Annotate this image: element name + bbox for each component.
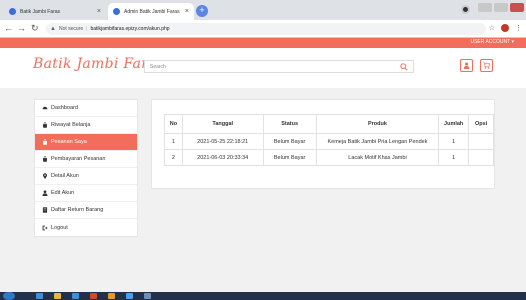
taskbar-app-icon[interactable]: [54, 293, 61, 299]
cell-status: Belum Bayar: [262, 149, 317, 166]
kebab-menu-icon[interactable]: ⋮: [515, 24, 522, 32]
column-header-opsi: Opsi: [468, 114, 494, 134]
user-icon: [42, 190, 48, 196]
cell-no: 2: [164, 149, 183, 166]
site-favicon-icon: [113, 8, 120, 15]
close-window-button[interactable]: [510, 3, 524, 12]
window-controls: [478, 3, 524, 12]
column-header-produk: Produk: [315, 114, 440, 134]
shopping-bag-icon: [42, 156, 48, 162]
sidebar-item-edit-akun[interactable]: Edit Akun: [35, 185, 137, 202]
reload-icon[interactable]: ↻: [31, 23, 39, 34]
taskbar-app-icon[interactable]: [36, 293, 43, 299]
account-sidebar: Dashboard Riwayat Belanja Pesanan Saya P…: [34, 99, 138, 237]
table-row: 1 2021-05-25 22:18:21 Belum Bayar Kemeja…: [164, 133, 494, 150]
search-icon[interactable]: [400, 63, 408, 71]
cell-produk: Kemeja Batik Jambi Pria Lengan Pendek: [315, 133, 440, 150]
tab-title: Batik Jambi Faras: [20, 8, 61, 15]
taskbar-app-icon[interactable]: [144, 293, 151, 299]
browser-tab[interactable]: Batik Jambi Faras ×: [4, 3, 106, 20]
security-label: Not secure: [58, 26, 84, 32]
os-taskbar: [0, 292, 526, 300]
column-header-no: No: [164, 114, 183, 134]
sidebar-item-dashboard[interactable]: Dashboard: [35, 100, 137, 117]
cell-opsi: [468, 149, 494, 166]
document-icon: [42, 207, 48, 213]
map-pin-icon: [42, 173, 48, 179]
sidebar-item-logout[interactable]: Logout: [35, 219, 137, 236]
browser-tab-active[interactable]: Admin Batik Jambi Faras ×: [108, 3, 194, 20]
browser-toolbar: ← → ↻ ▲ Not secure | batikjambifaras.epi…: [0, 20, 526, 38]
avatar[interactable]: [501, 24, 509, 32]
search-placeholder: Search: [150, 63, 166, 70]
close-tab-icon[interactable]: ×: [185, 8, 189, 15]
cell-status: Belum Bayar: [262, 133, 317, 150]
user-account-label: USER ACCOUNT: [470, 39, 511, 45]
sidebar-item-label: Riwayat Belanja: [51, 122, 91, 128]
orders-table: No Tanggal Status Produk Jumlah Opsi 1 2…: [164, 114, 494, 166]
logout-icon: [42, 225, 48, 230]
cart-icon: [483, 62, 490, 69]
column-header-tanggal: Tanggal: [181, 114, 264, 134]
url-text: batikjambifaras.epizy.com/akun.php: [90, 26, 170, 32]
sidebar-item-label: Dashboard: [51, 105, 78, 111]
maximize-button[interactable]: [494, 3, 508, 12]
sidebar-item-pembayaran-pesanan[interactable]: Pembayaran Pesanan: [35, 151, 137, 168]
warning-icon: ▲: [50, 26, 56, 32]
table-row: 2 2021-06-03 20:33:34 Belum Bayar Lacak …: [164, 149, 494, 166]
column-header-status: Status: [262, 114, 317, 134]
sidebar-item-riwayat-belanja[interactable]: Riwayat Belanja: [35, 117, 137, 134]
taskbar-app-icon[interactable]: [90, 293, 97, 299]
cell-tanggal: 2021-05-25 22:18:21: [181, 133, 264, 150]
cell-jumlah: 1: [438, 149, 470, 166]
address-bar[interactable]: ▲ Not secure | batikjambifaras.epizy.com…: [46, 23, 486, 35]
star-icon[interactable]: ☆: [489, 24, 495, 32]
user-account-menu[interactable]: USER ACCOUNT ▾: [470, 39, 514, 45]
taskbar-app-icon[interactable]: [126, 293, 133, 299]
sidebar-item-label: Edit Akun: [51, 190, 75, 196]
back-arrow-icon[interactable]: ←: [4, 23, 13, 33]
new-tab-button[interactable]: +: [196, 5, 208, 17]
separator: |: [86, 26, 88, 32]
user-icon: [463, 62, 470, 69]
column-header-jumlah: Jumlah: [438, 114, 470, 134]
taskbar-app-icon[interactable]: [108, 293, 115, 299]
sidebar-item-label: Pesanan Saya: [51, 139, 87, 145]
sidebar-item-pesanan-saya[interactable]: Pesanan Saya: [35, 134, 137, 151]
sidebar-item-daftar-return-barang[interactable]: Daftar Return Barang: [35, 202, 137, 219]
account-button[interactable]: [460, 59, 473, 72]
cell-opsi: [468, 133, 494, 150]
top-strip: USER ACCOUNT ▾: [0, 38, 526, 48]
cell-produk: Lacak Motif Khas Jambi: [315, 149, 440, 166]
browser-tab-bar: Batik Jambi Faras × Admin Batik Jambi Fa…: [0, 0, 526, 20]
shopping-bag-icon: [42, 139, 48, 145]
cell-jumlah: 1: [438, 133, 470, 150]
table-header-row: No Tanggal Status Produk Jumlah Opsi: [164, 114, 494, 134]
orders-card: No Tanggal Status Produk Jumlah Opsi 1 2…: [151, 99, 495, 189]
cart-button[interactable]: [480, 59, 493, 72]
dashboard-icon: [42, 106, 48, 110]
search-input[interactable]: Search: [144, 60, 414, 73]
sidebar-item-label: Daftar Return Barang: [51, 207, 104, 213]
site-favicon-icon: [9, 8, 16, 15]
minimize-button[interactable]: [478, 3, 492, 12]
shopping-bag-icon: [42, 122, 48, 128]
site-header: Batik Jambi Faras Search: [0, 48, 526, 88]
forward-arrow-icon[interactable]: →: [17, 23, 26, 33]
sidebar-item-label: Logout: [51, 224, 68, 231]
sidebar-item-label: Pembayaran Pesanan: [51, 156, 106, 162]
start-button[interactable]: [3, 292, 15, 300]
sidebar-item-label: Detail Akun: [51, 173, 79, 179]
close-tab-icon[interactable]: ×: [97, 8, 101, 15]
sidebar-item-detail-akun[interactable]: Detail Akun: [35, 168, 137, 185]
taskbar-app-icon[interactable]: [72, 293, 79, 299]
profile-icon[interactable]: [461, 5, 470, 14]
tab-title: Admin Batik Jambi Faras: [124, 8, 180, 15]
cell-no: 1: [164, 133, 183, 150]
cell-tanggal: 2021-06-03 20:33:34: [181, 149, 264, 166]
